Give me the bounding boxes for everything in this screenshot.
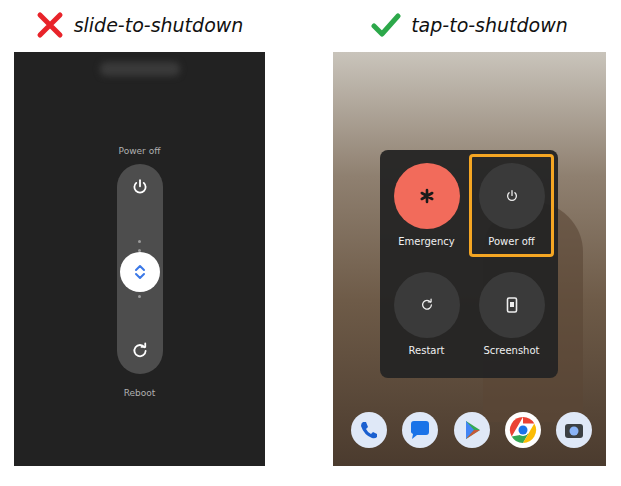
menu-label: Power off [488,235,534,248]
panel-column: slide-to-shutdown Power off Reboot [14,0,265,486]
camera-app[interactable] [556,412,592,448]
restart-icon [420,298,434,312]
phone-screen: Emergency Power off Restart Screenshot [333,52,606,466]
panel-title: slide-to-shutdown [74,14,244,36]
power-icon [505,189,519,203]
reboot-label: Reboot [124,387,156,399]
blurred-status [100,62,180,76]
app-dock [351,412,592,448]
phone-icon [351,412,387,448]
menu-item[interactable]: Screenshot [469,263,554,366]
screenshot-icon [506,297,518,313]
menu-item[interactable]: Power off [469,154,554,257]
messages-icon [402,412,438,448]
play-store-icon [454,412,490,448]
shutdown-slider[interactable] [117,164,163,374]
menu-button[interactable] [479,272,545,338]
menu-button[interactable] [394,163,460,229]
power-end [120,167,160,207]
panel-column: tap-to-shutdown Emergency Power off Rest… [333,0,606,486]
phone-screen: Power off Reboot [14,52,265,466]
panel-header: tap-to-shutdown [333,0,606,52]
menu-button[interactable] [394,272,460,338]
slider-handle[interactable] [120,252,160,292]
power-menu: Emergency Power off Restart Screenshot [380,150,558,378]
reboot-end [120,331,160,371]
chrome-app[interactable] [505,412,541,448]
track-dots [138,240,141,252]
chrome-icon [505,412,541,448]
panel-header: slide-to-shutdown [14,0,265,52]
comparison-figure: slide-to-shutdown Power off Reboot tap-t… [0,0,621,486]
camera-icon [556,412,592,448]
messages-app[interactable] [402,412,438,448]
menu-item[interactable]: Restart [384,263,469,366]
menu-label: Screenshot [484,344,540,357]
power-icon [131,178,149,196]
menu-label: Emergency [398,235,454,248]
up-down-arrow-icon [133,263,147,281]
reboot-icon [131,342,149,360]
menu-button[interactable] [479,163,545,229]
asterisk-icon [419,188,435,204]
cross-icon [36,11,64,39]
menu-label: Restart [409,344,445,357]
panel-title: tap-to-shutdown [411,14,568,36]
check-icon [371,12,401,38]
play-store-app[interactable] [454,412,490,448]
menu-item[interactable]: Emergency [384,154,469,257]
phone-app[interactable] [351,412,387,448]
power-off-label: Power off [119,145,161,157]
